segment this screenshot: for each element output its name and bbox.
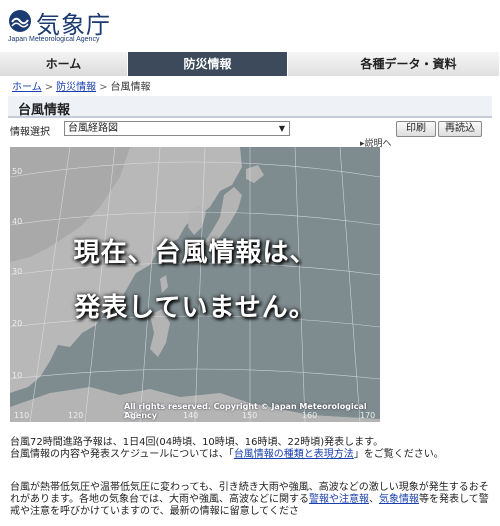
info-select-label: 情報選択 — [10, 127, 50, 138]
forecast-description: 台風72時間進路予報は、1日4回(04時頃、10時頃、16時頃、22時頃)発表し… — [10, 437, 490, 461]
forecast-info-text: 台風情報の内容や発表スケジュールについては、「 — [10, 449, 234, 460]
lat-label: 50 — [12, 167, 23, 176]
warnings-advisories-link[interactable]: 警報や注意報 — [309, 494, 369, 505]
map-graphic — [10, 147, 380, 422]
lat-label: 40 — [12, 217, 23, 226]
typhoon-info-types-link[interactable]: 台風情報の種類と表現方法 — [234, 449, 354, 460]
warning-text-sep: 、 — [369, 494, 379, 505]
print-button[interactable]: 印刷 — [396, 121, 436, 137]
lon-label: 170 — [360, 411, 376, 420]
global-nav: ホーム 防災情報 各種データ・資料 — [0, 52, 500, 76]
lat-label: 20 — [12, 319, 23, 328]
forecast-schedule-text: 台風72時間進路予報は、1日4回(04時頃、10時頃、16時頃、22時頃)発表し… — [10, 437, 384, 448]
lon-label: 150 — [242, 411, 258, 420]
typhoon-track-map: 現在、台風情報は、 発表していません。 All rights reserved.… — [10, 147, 380, 422]
info-select-value: 台風経路図 — [68, 123, 118, 134]
breadcrumb-current: 台風情報 — [110, 82, 151, 93]
forecast-info-text-end: 」をご覧ください。 — [353, 449, 444, 460]
lon-label: 160 — [302, 411, 318, 420]
dropdown-arrow-icon: ▼ — [278, 124, 285, 133]
breadcrumb-disaster[interactable]: 防災情報 — [56, 82, 96, 93]
weather-info-link[interactable]: 気象情報 — [379, 494, 419, 505]
no-typhoon-notice-line2: 発表していません。 — [74, 293, 316, 323]
lon-label: 120 — [68, 411, 84, 420]
title-bar: 台風情報 — [8, 96, 492, 118]
logo-text: 気象庁 — [36, 11, 111, 39]
info-select-row: 情報選択 台風経路図 ▼ 印刷 再読込 — [10, 121, 494, 139]
lat-label: 30 — [12, 267, 23, 276]
reload-button[interactable]: 再読込 — [438, 121, 482, 137]
lon-label: 130 — [123, 411, 139, 420]
nav-data-label: 各種データ・資料 — [360, 57, 457, 71]
lon-label: 110 — [14, 411, 30, 420]
lat-label: 10 — [12, 371, 23, 380]
jma-logo[interactable]: 気象庁 Japan Meteorological Agency — [8, 8, 208, 48]
jma-logo-icon — [9, 10, 31, 32]
breadcrumb-separator: > — [99, 82, 108, 93]
nav-home[interactable]: ホーム — [0, 52, 128, 76]
breadcrumb-separator: > — [44, 82, 54, 93]
nav-disaster-info[interactable]: 防災情報 — [128, 52, 288, 76]
logo-subtitle: Japan Meteorological Agency — [8, 36, 100, 43]
info-select-dropdown[interactable]: 台風経路図 ▼ — [64, 121, 290, 136]
lon-label: 140 — [183, 411, 199, 420]
breadcrumb: ホーム > 防災情報 > 台風情報 — [12, 78, 150, 93]
breadcrumb-home[interactable]: ホーム — [12, 82, 42, 93]
page-title: 台風情報 — [18, 103, 71, 118]
no-typhoon-notice-line1: 現在、台風情報は、 — [73, 238, 317, 268]
warning-description: 台風が熱帯低気圧や温帯低気圧に変わっても、引き続き大雨や強風、高波などの激しい現… — [10, 482, 490, 518]
nav-data-resources[interactable]: 各種データ・資料 — [288, 52, 500, 76]
